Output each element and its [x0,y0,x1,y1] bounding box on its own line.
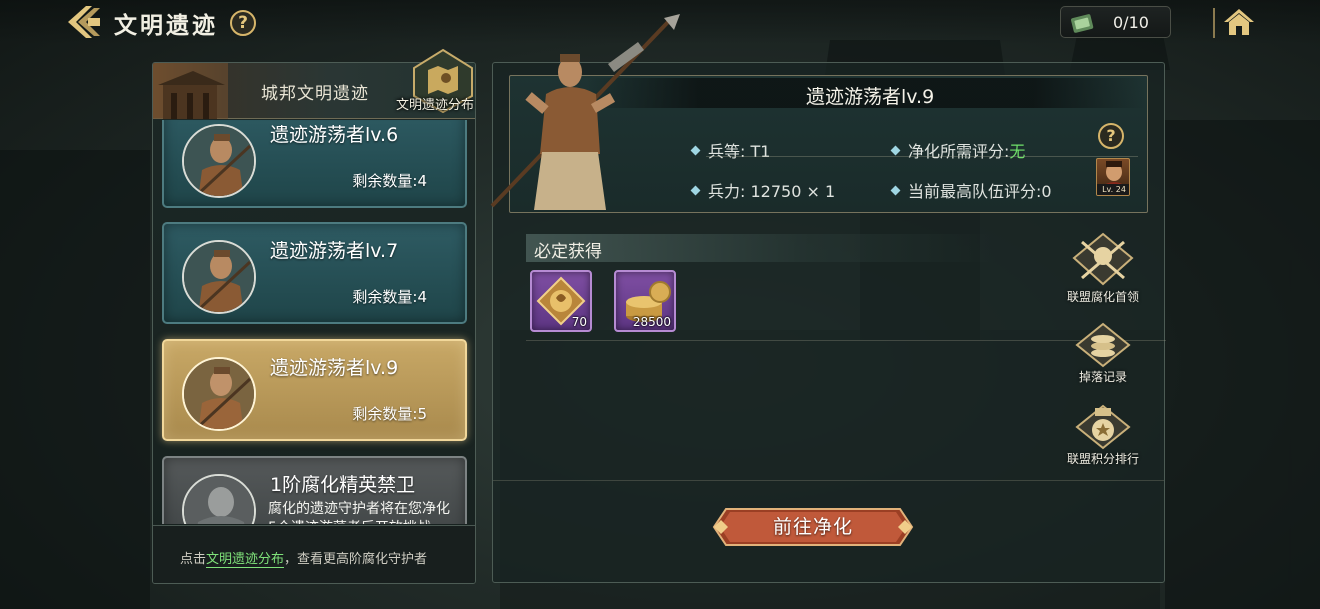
page-title: 文明遗迹 [114,13,218,39]
card-count: 剩余数量:4 [352,288,427,306]
map-distribution-label[interactable]: 文明遗迹分布 [396,94,474,113]
stat-divider [706,156,1138,157]
card-description: 腐化的遗迹守护者将在您净化5个遗迹游荡者后开放挑战 [268,501,450,524]
wanderer-avatar [182,124,256,198]
card-name: 遗迹游荡者lv.7 [270,240,399,262]
warrior-crossed-swords-icon [1072,232,1134,286]
reward-title: 必定获得 [534,242,602,262]
alliance-score-ranking-button[interactable]: 联盟积分排行 [1058,404,1148,482]
boss-title: 遗迹游荡者lv.9 [806,86,935,108]
wanderer-portrait-icon [184,126,254,196]
home-icon [1224,9,1254,35]
commander-level: Lv. 24 [1097,184,1129,195]
troops-stat: 兵力: 12750 × 1 [690,178,835,202]
item-count: 70 [571,315,587,329]
side-button-label: 联盟积分排行 [1066,452,1139,466]
card-count: 剩余数量:5 [352,405,427,423]
wanderer-portrait-icon [184,242,254,312]
wanderer-avatar [182,357,256,431]
diamond-bullet-icon [890,145,901,156]
ticket-counter[interactable]: 0/10 [1060,6,1171,38]
diamond-bullet-icon [890,185,901,196]
commander-portrait-icon [1101,161,1127,187]
left-panel: 城邦文明遗迹 遗迹游荡者lv.6 剩余数量:4 遗迹游荡者lv.7 剩余数量:4… [152,62,476,584]
help-icon[interactable]: ? [230,10,256,36]
back-button[interactable] [64,4,104,40]
ranking-medal-icon [1075,404,1131,450]
card-count: 剩余数量:4 [352,172,427,190]
diamond-bullet-icon [690,145,701,156]
team-score-stat: 当前最高队伍评分:0 [890,178,1052,202]
reward-item-medal[interactable]: 70 [530,270,592,332]
card-name: 遗迹游荡者lv.6 [270,124,399,146]
footer-prefix: 点击 [180,552,207,567]
map-distribution-link[interactable]: 文明遗迹分布 [206,552,285,568]
coin-stack-icon [1075,322,1131,368]
side-button-label: 联盟腐化首领 [1066,290,1139,304]
action-divider [493,480,1164,481]
list-item-selected[interactable]: 遗迹游荡者lv.9 剩余数量:5 [162,339,467,441]
go-purify-label: 前往净化 [772,516,853,538]
left-panel-title: 城邦文明遗迹 [261,84,369,104]
boss-list[interactable]: 遗迹游荡者lv.6 剩余数量:4 遗迹游荡者lv.7 剩余数量:4 遗迹游荡者l… [153,120,475,524]
ticket-icon [1071,14,1094,33]
wanderer-figure [490,14,680,210]
home-button[interactable] [1222,6,1256,38]
commander-avatar[interactable]: Lv. 24 [1096,158,1130,196]
city-building-icon [153,63,228,119]
tier-stat: 兵等: T1 [690,138,770,162]
counter-value: 0/10 [1113,13,1149,32]
top-divider [1213,8,1215,38]
required-score-stat: 净化所需评分:无 [890,138,1025,162]
drop-record-button[interactable]: 掉落记录 [1058,322,1148,400]
item-count: 28500 [632,315,671,329]
reward-section: 必定获得 70 28500 [526,234,1166,342]
card-name: 1阶腐化精英禁卫 [270,474,416,496]
wanderer-portrait-icon [184,359,254,429]
alliance-corruption-boss-button[interactable]: 联盟腐化首领 [1058,232,1148,310]
footer-suffix: ，查看更高阶腐化守护者 [284,552,428,567]
score-help-icon[interactable]: ? [1098,123,1124,149]
back-arrow-icon [68,6,100,38]
elite-guard-portrait-icon [184,476,254,524]
list-item[interactable]: 遗迹游荡者lv.7 剩余数量:4 [162,222,467,324]
go-purify-button[interactable]: 前往净化 [712,507,914,547]
list-item[interactable]: 遗迹游荡者lv.6 剩余数量:4 [162,120,467,208]
footer-hint: 点击文明遗迹分布，查看更高阶腐化守护者 [180,548,428,568]
wanderer-avatar [182,240,256,314]
card-name: 遗迹游荡者lv.9 [270,357,399,379]
reward-item-gold[interactable]: 28500 [614,270,676,332]
side-button-label: 掉落记录 [1078,370,1127,384]
elite-guard-avatar [182,474,256,524]
left-panel-footer: 点击文明遗迹分布，查看更高阶腐化守护者 [153,525,475,583]
list-item-locked[interactable]: 1阶腐化精英禁卫 腐化的遗迹守护者将在您净化5个遗迹游荡者后开放挑战 [162,456,467,524]
diamond-bullet-icon [690,185,701,196]
